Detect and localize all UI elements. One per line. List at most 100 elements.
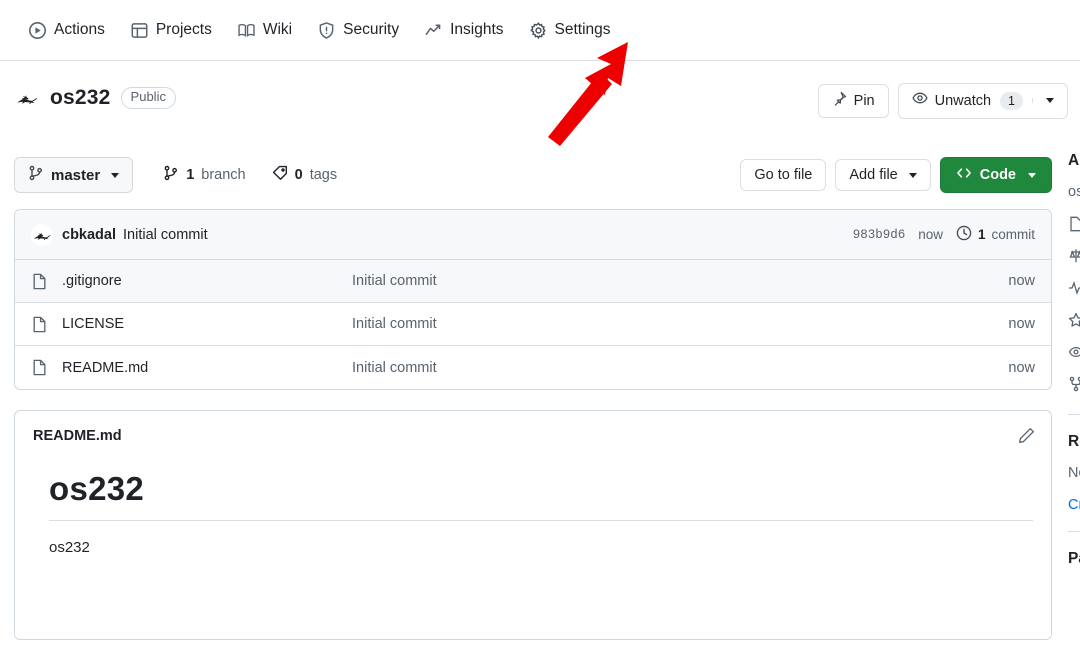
add-file-button[interactable]: Add file	[835, 158, 931, 192]
sidebar-readme-link[interactable]: Readme	[1068, 216, 1080, 236]
chevron-down-icon	[1028, 172, 1036, 178]
tag-count-label: tags	[309, 167, 338, 183]
readme-content: os232 os232	[15, 444, 1051, 556]
releases-heading: Releases	[1068, 433, 1080, 450]
repo-file-actions: Go to file Add file Code	[740, 157, 1052, 193]
file-time: now	[1008, 316, 1035, 332]
table-row[interactable]: .gitignore Initial commit now	[15, 260, 1051, 303]
nav-clipped-edge	[0, 0, 16, 60]
table-row[interactable]: LICENSE Initial commit now	[15, 303, 1051, 346]
file-listing: cbkadal Initial commit 983b9d6 now 1 com…	[14, 209, 1052, 390]
visibility-badge: Public	[120, 87, 176, 109]
commit-author-name[interactable]: cbkadal	[62, 227, 116, 243]
unwatch-dropdown[interactable]	[1032, 98, 1054, 104]
file-icon	[31, 273, 49, 290]
nav-tab-label: Projects	[155, 21, 212, 39]
repository-nav: Actions Projects Wiki Security Insights	[0, 0, 1080, 61]
about-heading: About	[1068, 152, 1080, 169]
commit-author-avatar[interactable]	[31, 223, 53, 246]
tag-icon	[272, 165, 288, 185]
pulse-icon	[1068, 280, 1080, 300]
file-commit-message[interactable]: Initial commit	[352, 360, 975, 376]
table-icon	[131, 22, 148, 39]
eye-icon	[1068, 344, 1080, 364]
sidebar-divider	[1068, 414, 1080, 415]
nav-tab-insights[interactable]: Insights	[412, 0, 516, 60]
add-file-label: Add file	[849, 166, 898, 183]
code-brackets-icon	[956, 165, 972, 185]
law-icon	[1068, 248, 1080, 268]
branch-selector[interactable]: master	[14, 157, 134, 193]
commit-message[interactable]: Initial commit	[123, 227, 208, 243]
nav-tab-wiki[interactable]: Wiki	[225, 0, 305, 60]
file-time: now	[1008, 359, 1035, 376]
repository-name[interactable]: os232	[50, 86, 111, 110]
readme-heading: os232	[49, 470, 1033, 521]
file-name[interactable]: LICENSE	[62, 316, 352, 332]
chevron-down-icon	[908, 172, 917, 178]
chevron-down-icon	[111, 172, 120, 178]
repository-main: master 1 branch 0 tags Go to file Add fi…	[14, 152, 1052, 640]
sidebar-license-link[interactable]: License	[1068, 248, 1080, 268]
nav-tab-label: Actions	[54, 21, 105, 39]
pin-button[interactable]: Pin	[817, 83, 889, 119]
eye-icon	[912, 90, 928, 112]
branch-bar: master 1 branch 0 tags Go to file Add fi…	[14, 152, 1052, 198]
branch-count-value: 1	[186, 167, 195, 183]
watch-count: 1	[1000, 91, 1023, 111]
nav-tab-label: Wiki	[262, 21, 293, 39]
tag-count-value: 0	[294, 167, 303, 183]
nav-tab-settings[interactable]: Settings	[517, 0, 624, 60]
commit-sha[interactable]: 983b9d6	[853, 228, 906, 242]
nav-tab-actions[interactable]: Actions	[16, 0, 118, 60]
ref-counters: 1 branch 0 tags	[163, 165, 337, 185]
gear-icon	[529, 21, 547, 39]
code-button[interactable]: Code	[939, 157, 1052, 193]
sidebar-forks[interactable]: 0 forks	[1068, 376, 1080, 396]
about-description: os232 description	[1068, 184, 1080, 200]
github-repository-page: Actions Projects Wiki Security Insights	[0, 0, 1080, 669]
book-icon	[1068, 216, 1080, 236]
readme-panel: README.md os232 os232	[14, 410, 1052, 640]
releases-empty-text: No releases published	[1068, 465, 1080, 481]
shield-icon	[318, 21, 335, 39]
go-to-file-button[interactable]: Go to file	[740, 158, 827, 192]
nav-tab-label: Settings	[554, 21, 611, 39]
file-commit-message[interactable]: Initial commit	[352, 316, 975, 332]
file-icon	[31, 316, 49, 333]
sidebar-stars[interactable]: 0 stars	[1068, 312, 1080, 332]
pencil-icon[interactable]	[1018, 427, 1035, 444]
history-clock-icon	[956, 225, 972, 244]
unwatch-button[interactable]: Unwatch 1	[897, 83, 1068, 119]
graph-icon	[425, 22, 442, 39]
file-name[interactable]: README.md	[62, 360, 352, 376]
branch-icon	[163, 165, 179, 185]
file-time: now	[1008, 273, 1035, 289]
sidebar-watching[interactable]: 1 watching	[1068, 344, 1080, 364]
branch-name: master	[51, 166, 101, 184]
chevron-down-icon	[1046, 98, 1054, 104]
file-icon	[31, 359, 49, 376]
sidebar-divider	[1068, 531, 1080, 532]
readme-filename: README.md	[33, 427, 122, 444]
code-label: Code	[979, 167, 1016, 183]
file-commit-message[interactable]: Initial commit	[352, 273, 975, 289]
file-name[interactable]: .gitignore	[62, 273, 352, 289]
tag-count[interactable]: 0 tags	[272, 165, 338, 185]
sidebar-activity-link[interactable]: Activity	[1068, 280, 1080, 300]
commit-meta: 983b9d6 now 1 commit	[853, 225, 1035, 244]
packages-heading: Packages	[1068, 550, 1080, 567]
fork-icon	[1068, 376, 1080, 396]
nav-tab-projects[interactable]: Projects	[118, 0, 225, 60]
commit-count-value: 1	[977, 227, 986, 242]
nav-tab-security[interactable]: Security	[305, 0, 412, 60]
table-row[interactable]: README.md Initial commit now	[15, 346, 1051, 389]
branch-count[interactable]: 1 branch	[163, 165, 246, 185]
create-release-link[interactable]: Create a new release	[1068, 497, 1080, 513]
repository-header-actions: Pin Unwatch 1	[817, 83, 1068, 119]
branch-count-label: branch	[201, 167, 246, 183]
commit-time: now	[918, 227, 943, 242]
pin-icon	[832, 91, 847, 112]
commit-history-link[interactable]: 1 commit	[956, 225, 1035, 244]
owner-avatar[interactable]	[14, 85, 40, 111]
